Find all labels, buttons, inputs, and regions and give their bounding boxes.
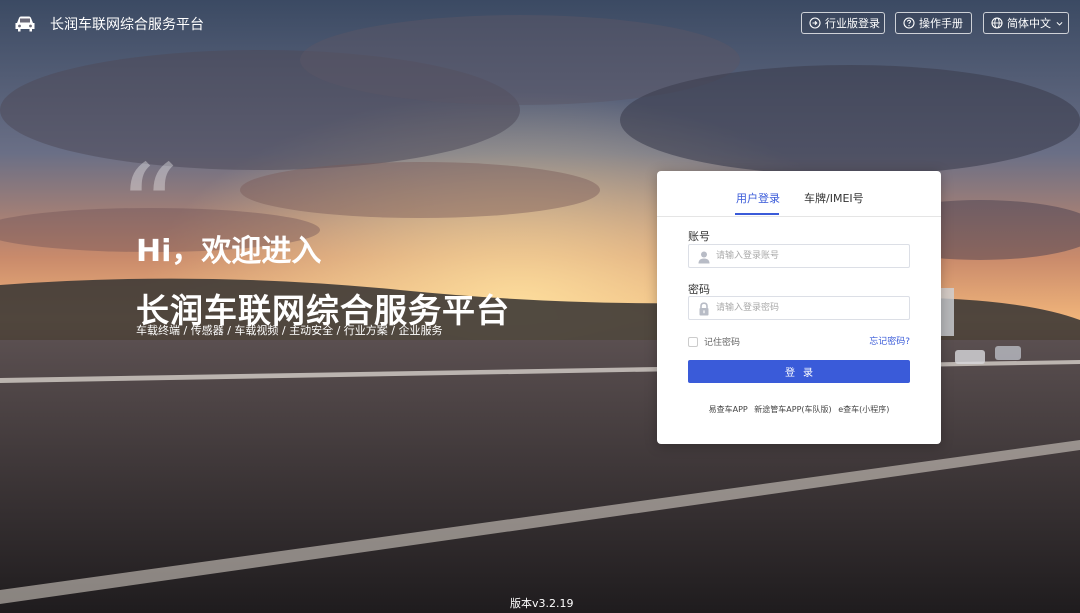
password-label: 密码 <box>688 283 710 296</box>
account-field <box>688 244 910 268</box>
help-circle-icon <box>903 17 915 29</box>
account-input[interactable] <box>716 247 904 265</box>
password-field <box>688 296 910 320</box>
active-tab-indicator <box>735 213 779 215</box>
manual-button[interactable]: 操作手册 <box>895 12 972 34</box>
car-icon <box>15 16 35 32</box>
forgot-password-link[interactable]: 忘记密码? <box>869 334 910 347</box>
login-tabs: 用户登录 车牌/IMEI号 <box>657 171 941 217</box>
language-label: 简体中文 <box>1007 17 1051 30</box>
login-icon <box>809 17 821 29</box>
remember-password[interactable]: 记住密码 <box>688 335 740 348</box>
app-link-yichache[interactable]: 易查车APP <box>709 405 748 414</box>
remember-checkbox[interactable] <box>688 336 698 347</box>
app-links: 易查车APP 新途管车APP(车队版) e查车(小程序) <box>657 404 941 415</box>
manual-label: 操作手册 <box>919 17 963 30</box>
account-label: 账号 <box>688 230 710 243</box>
globe-icon <box>991 17 1003 29</box>
user-icon <box>698 251 710 264</box>
login-card: 用户登录 车牌/IMEI号 账号 密码 记住密码 忘记密码? 登录 易查车APP… <box>657 171 941 444</box>
password-input[interactable] <box>716 299 904 317</box>
brand-title: 长润车联网综合服务平台 <box>50 17 204 33</box>
app-link-xintu[interactable]: 新途管车APP(车队版) <box>754 405 831 414</box>
tab-user-login[interactable]: 用户登录 <box>736 190 780 206</box>
top-bar: 长润车联网综合服务平台 行业版登录 操作手册 简体中文 <box>0 0 1080 48</box>
lock-icon <box>699 302 709 316</box>
industry-login-label: 行业版登录 <box>825 17 880 30</box>
hero-greeting: Hi，欢迎进入 <box>136 234 322 269</box>
version-label: 版本v3.2.19 <box>510 597 574 610</box>
tab-plate-imei[interactable]: 车牌/IMEI号 <box>804 190 864 206</box>
industry-login-button[interactable]: 行业版登录 <box>801 12 885 34</box>
login-button[interactable]: 登录 <box>688 360 910 383</box>
app-link-echache[interactable]: e查车(小程序) <box>838 405 889 414</box>
remember-label: 记住密码 <box>704 338 741 348</box>
language-select[interactable]: 简体中文 <box>983 12 1069 34</box>
chevron-down-icon <box>1056 21 1063 26</box>
hero-subtitle: 车载终端 / 传感器 / 车载视频 / 主动安全 / 行业方案 / 企业服务 <box>136 324 443 337</box>
